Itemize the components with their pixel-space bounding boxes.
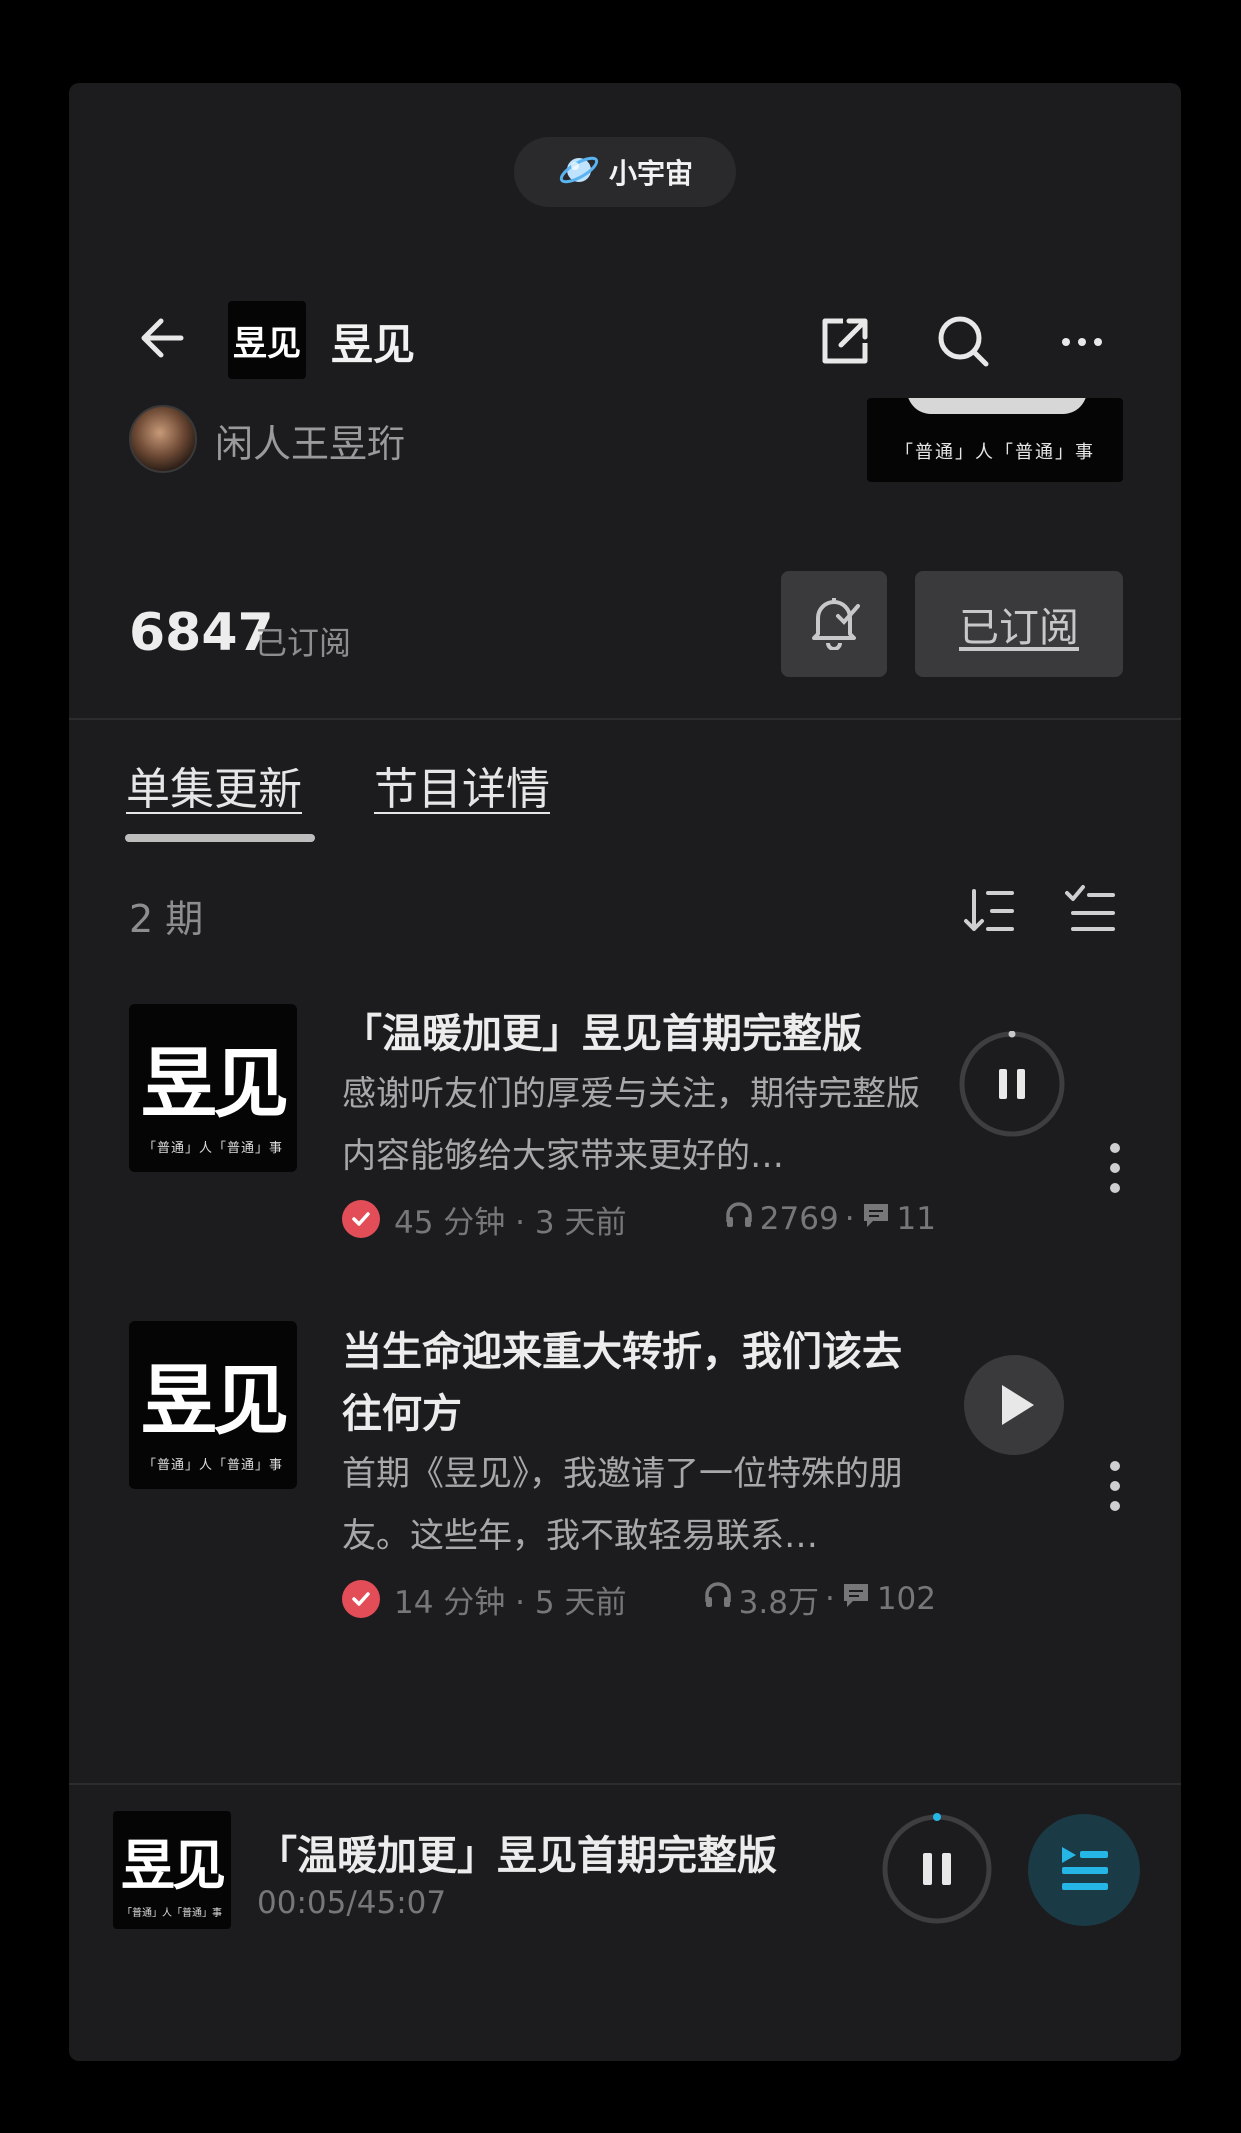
playlist-button[interactable] bbox=[1028, 1814, 1140, 1926]
podcast-cover-banner: 「普通」人「普通」事 bbox=[867, 398, 1123, 482]
multi-select-icon[interactable] bbox=[1063, 883, 1119, 939]
brand-name: 小宇宙 bbox=[608, 157, 693, 190]
comment-count: 102 bbox=[876, 1581, 936, 1617]
episode-count: 2 期 bbox=[129, 897, 204, 941]
episode-play-button[interactable] bbox=[964, 1355, 1064, 1455]
tab-details[interactable]: 节目详情 bbox=[374, 753, 550, 817]
divider bbox=[69, 718, 1181, 720]
author-name[interactable]: 闲人王昱珩 bbox=[215, 413, 405, 468]
active-tab-indicator bbox=[125, 834, 315, 842]
calligraphy-strokes bbox=[907, 398, 1087, 414]
played-check-icon bbox=[342, 1580, 380, 1618]
page-title: 昱见 bbox=[331, 320, 416, 369]
episode-description: 首期《昱见》，我邀请了一位特殊的朋友。这些年，我不敢轻易联系… bbox=[342, 1454, 903, 1556]
episode-meta: 45 分钟 · 3 天前 2769 · 11 bbox=[342, 1196, 936, 1242]
back-arrow-icon[interactable] bbox=[137, 315, 187, 361]
subscriber-count: 6847 bbox=[129, 603, 274, 663]
cover-art-text: 昱见 bbox=[141, 1356, 289, 1445]
cover-caption: 「普通」人「普通」事 bbox=[122, 1908, 222, 1919]
bell-check-icon bbox=[808, 594, 860, 654]
podcast-cover-thumbnail: 昱见 bbox=[228, 301, 306, 379]
notification-bell-button[interactable] bbox=[781, 571, 887, 677]
episode-title[interactable]: 「温暖加更」昱见首期完整版 bbox=[342, 1003, 932, 1065]
mini-player-title[interactable]: 「温暖加更」昱见首期完整版 bbox=[257, 1823, 777, 1881]
cover-caption: 「普通」人「普通」事 bbox=[142, 1458, 283, 1473]
play-count: 3.8万 bbox=[738, 1584, 819, 1621]
headphones-icon bbox=[724, 1200, 754, 1238]
mini-player-divider bbox=[69, 1783, 1181, 1785]
brand-pill[interactable]: 小宇宙 bbox=[514, 137, 736, 207]
episode-more-icon[interactable] bbox=[1105, 1456, 1125, 1516]
cover-art-text: 昱见 bbox=[141, 1039, 289, 1128]
episode-pause-button[interactable] bbox=[959, 1030, 1065, 1137]
episode-cover: 昱见 「普通」人「普通」事 bbox=[129, 1321, 297, 1489]
mini-player-pause-button[interactable] bbox=[881, 1813, 993, 1925]
cover-art-text: 昱见 bbox=[121, 1833, 226, 1897]
playlist-icon bbox=[1058, 1843, 1110, 1897]
cover-art-text: 昱见 bbox=[233, 323, 301, 364]
cover-caption: 「普通」人「普通」事 bbox=[142, 1141, 283, 1156]
planet-icon bbox=[557, 148, 601, 196]
banner-caption: 「普通」人「普通」事 bbox=[895, 442, 1095, 463]
sort-order-icon[interactable] bbox=[962, 883, 1018, 939]
headphones-icon bbox=[703, 1580, 733, 1618]
duration-age: 45 分钟 · 3 天前 bbox=[394, 1204, 627, 1241]
play-count: 2769 bbox=[759, 1201, 839, 1237]
comment-icon bbox=[861, 1200, 891, 1238]
comment-count: 11 bbox=[896, 1201, 936, 1237]
comment-icon bbox=[841, 1580, 871, 1618]
episode-cover: 昱见 「普通」人「普通」事 bbox=[129, 1004, 297, 1172]
mini-player-time: 00:05/45:07 bbox=[257, 1885, 447, 1921]
episode-title[interactable]: 当生命迎来重大转折，我们该去往何方 bbox=[342, 1321, 932, 1445]
author-avatar[interactable] bbox=[129, 405, 197, 473]
tab-episodes[interactable]: 单集更新 bbox=[126, 753, 302, 817]
search-icon[interactable] bbox=[935, 313, 991, 369]
duration-age: 14 分钟 · 5 天前 bbox=[394, 1584, 627, 1621]
episode-description: 感谢听友们的厚爱与关注，期待完整版内容能够给大家带来更好的… bbox=[342, 1074, 920, 1176]
app-frame: 小宇宙 昱见 昱见 闲人王昱珩 「普通」人「普通」事 6847 已订阅 已订阅 … bbox=[69, 83, 1181, 2061]
top-bar: 昱见 昱见 bbox=[69, 293, 1181, 383]
played-check-icon bbox=[342, 1200, 380, 1238]
separator-dot: · bbox=[844, 1201, 855, 1237]
separator-dot: · bbox=[824, 1581, 835, 1617]
episode-meta: 14 分钟 · 5 天前 3.8万 · 102 bbox=[342, 1576, 936, 1622]
share-icon[interactable] bbox=[817, 313, 873, 369]
mini-player-cover[interactable]: 昱见 「普通」人「普通」事 bbox=[113, 1811, 231, 1929]
more-options-icon[interactable] bbox=[1057, 317, 1107, 367]
episode-more-icon[interactable] bbox=[1105, 1138, 1125, 1198]
subscribed-button[interactable]: 已订阅 bbox=[915, 571, 1123, 677]
subscriber-label: 已订阅 bbox=[255, 624, 352, 662]
